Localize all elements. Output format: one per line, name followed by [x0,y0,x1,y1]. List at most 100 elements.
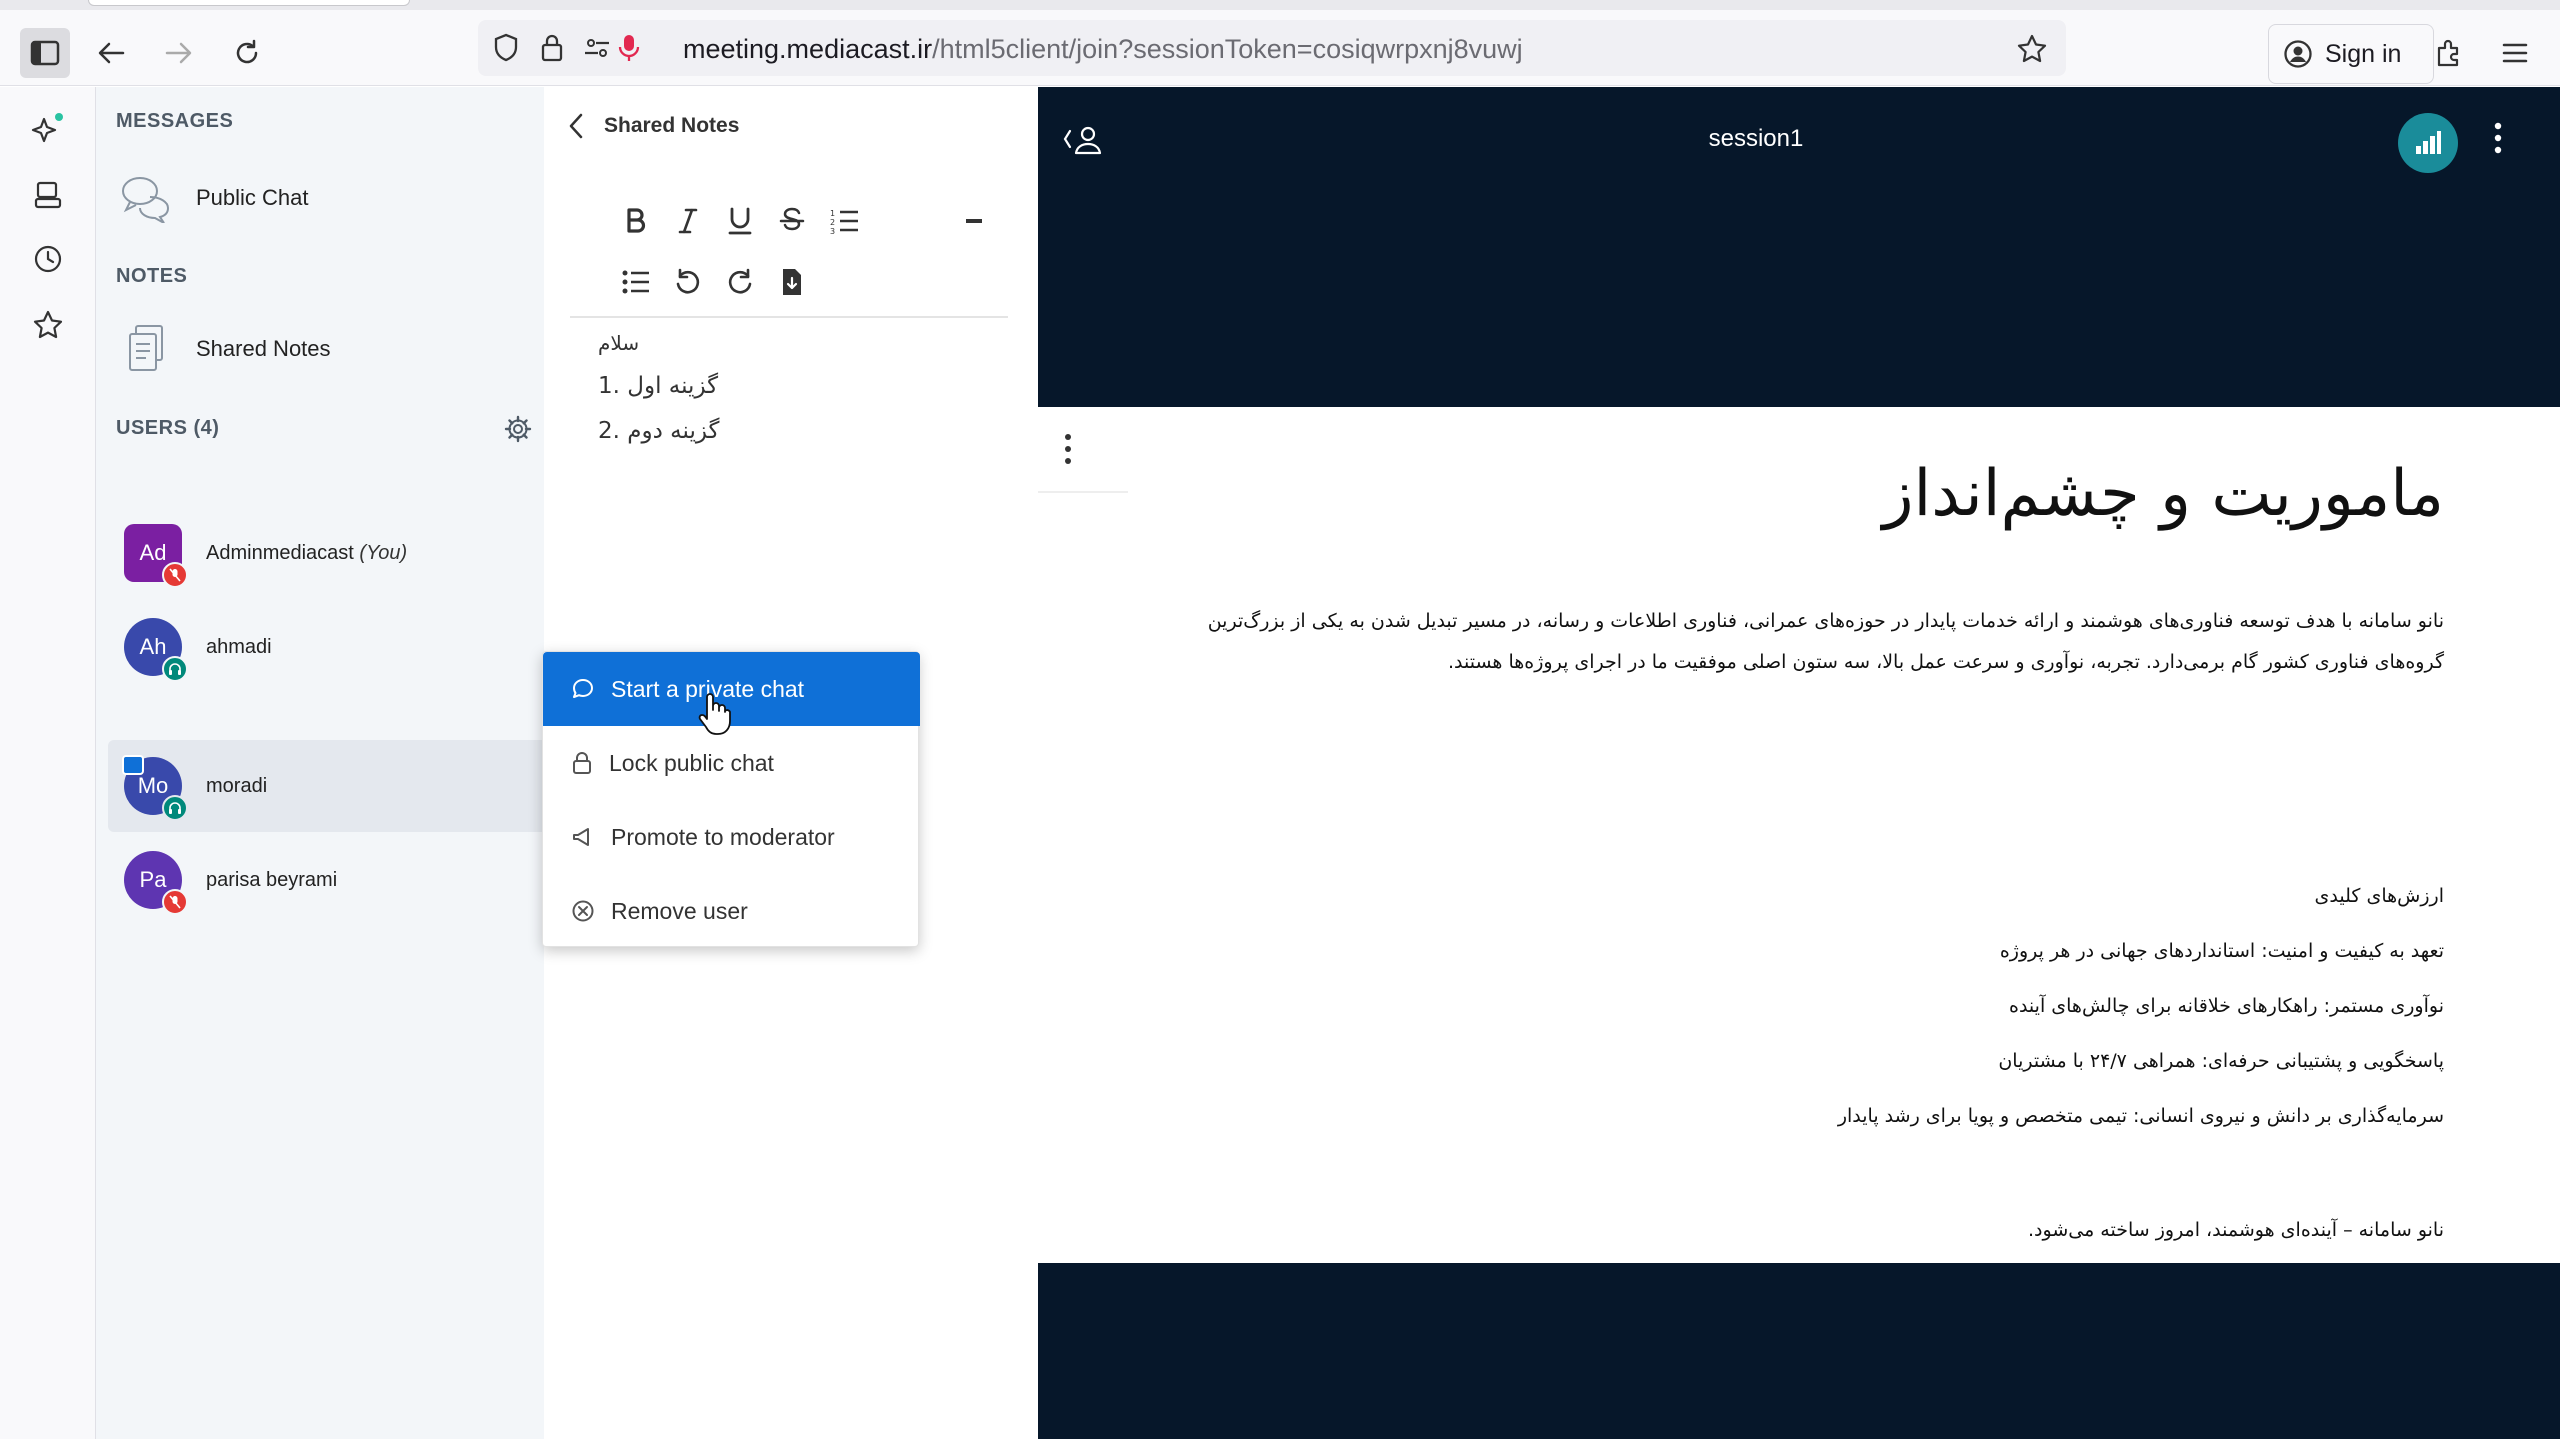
public-chat-label: Public Chat [196,185,309,210]
undo-icon [676,268,700,294]
bookmarks-button[interactable] [28,305,68,345]
user-item-moradi[interactable]: Mo moradi [108,740,544,832]
value-item: تعهد به کیفیت و امنیت: استانداردهای جهان… [1999,940,2444,962]
avatar-initials: Ad [139,540,167,565]
ai-chatbot-button[interactable] [28,109,68,149]
avatar: Ah [124,618,188,682]
shield-icon[interactable] [492,33,520,63]
kebab-menu-icon [2494,122,2502,154]
note-line[interactable]: سلام [598,331,639,355]
user-list-panel: MESSAGES Public Chat NOTES Shared Notes … [96,87,544,1439]
avatar-initials: Mo [137,773,169,798]
bullet-list-icon [622,270,649,294]
undo-button[interactable] [668,262,708,302]
lock-icon [573,752,591,774]
ordered-list-button[interactable]: 123 [824,201,864,241]
sign-in-button[interactable]: Sign in [2268,24,2434,84]
avatar: Mo [122,755,188,821]
clock-icon [34,245,62,273]
chat-bubble-icon [573,679,593,698]
strikethrough-button[interactable] [772,201,812,241]
url-text: meeting.mediacast.ir/html5client/join?se… [683,34,1523,64]
remove-user-item[interactable]: Remove user [543,874,920,948]
public-chat-item[interactable]: Public Chat [120,168,309,228]
muted-mic-icon [162,562,188,588]
browser-toolbar: meeting.mediacast.ir/html5client/join?se… [0,10,2560,86]
active-tab[interactable] [88,0,410,6]
messages-section-title: MESSAGES [116,110,234,132]
notes-icon [129,325,163,371]
export-button[interactable] [772,262,812,302]
start-private-chat-item[interactable]: Start a private chat [543,652,920,726]
presenter-icon [122,755,144,775]
extensions-button[interactable] [2424,28,2474,78]
back-button[interactable] [86,28,136,78]
note-line[interactable]: 2. گزینه دوم [598,418,719,444]
meeting-title: session1 [1708,125,1804,152]
forward-button[interactable] [154,28,204,78]
reload-button[interactable] [222,28,272,78]
browser-sidebar [0,87,96,1439]
sidebar-toggle-button[interactable] [20,28,70,78]
star-icon[interactable] [2016,33,2048,65]
manage-users-button[interactable] [504,415,532,447]
user-item-parisa-beyrami[interactable]: Pa parisa beyrami [108,834,544,926]
menu-button[interactable] [2490,28,2540,78]
hamburger-icon [2502,43,2528,63]
strikethrough-icon [779,207,805,231]
gear-icon [504,415,532,443]
devices-icon [34,181,62,209]
lock-icon[interactable] [540,33,564,63]
menu-item-label: Remove user [611,897,748,924]
shared-notes-title: Shared Notes [604,114,740,137]
slide-heading: ماموریت و چشم‌انداز [1882,457,2444,531]
user-item-ahmadi[interactable]: Ah ahmadi [108,601,544,693]
lock-public-chat-item[interactable]: Lock public chat [543,726,920,800]
presentation-area: session1 ماموریت و چشم‌انداز نانو سامانه… [1038,87,2560,1439]
muted-mic-icon [162,889,188,915]
bold-button[interactable] [616,201,656,241]
note-line[interactable]: 1. گزینه اول [598,373,718,399]
microphone-icon[interactable] [618,33,640,63]
users-section-title: USERS (4) [116,417,220,439]
notes-section-title: NOTES [116,265,188,287]
user-name: parisa beyrami [206,868,338,891]
shared-notes-back-button[interactable]: Shared Notes [568,113,739,139]
horizontal-rule-button[interactable] [954,201,994,241]
slide-options-button[interactable] [1062,433,1074,469]
value-item: نوآوری مستمر: راهکارهای خلاقانه برای چال… [2009,995,2444,1017]
redo-icon [728,268,752,294]
options-button[interactable] [2492,121,2504,159]
arrow-right-icon [165,42,192,64]
chat-bubbles-icon [122,177,170,223]
value-item: پاسخگویی و پشتیبانی حرفه‌ای: همراهی ۲۴/۷… [1998,1050,2444,1072]
ordered-list-icon: 123 [830,209,858,235]
presentation-slide[interactable]: ماموریت و چشم‌انداز نانو سامانه با هدف ت… [1038,407,2560,1263]
url-bar[interactable]: meeting.mediacast.ir/html5client/join?se… [478,20,2066,76]
svg-text:1: 1 [830,209,835,218]
history-button[interactable] [28,239,68,279]
synced-tabs-button[interactable] [28,175,68,215]
underline-button[interactable] [720,201,760,241]
user-name: Adminmediacast (You) [206,541,408,564]
slide-divider [1038,491,1128,493]
star-outline-icon [33,310,63,339]
account-icon [2284,40,2312,68]
permissions-icon[interactable] [582,33,612,63]
shared-notes-item[interactable]: Shared Notes [120,319,331,379]
redo-button[interactable] [720,262,760,302]
file-download-icon [783,269,801,295]
user-item-adminmediacast[interactable]: Ad Adminmediacast (You) [108,507,544,599]
user-name: moradi [206,774,268,797]
puzzle-icon [2437,39,2459,67]
reload-icon [236,39,258,64]
hand-cursor-icon [698,693,731,735]
avatar: Ad [124,524,188,588]
value-item: سرمایه‌گذاری بر دانش و نیروی انسانی: تیم… [1837,1105,2444,1127]
connection-status-button[interactable] [2398,113,2458,173]
italic-button[interactable] [668,201,708,241]
toolbar-divider [570,316,1008,318]
slide-tagline: نانو سامانه – آینده‌ای هوشمند، امروز ساخ… [2028,1219,2444,1241]
bullet-list-button[interactable] [616,262,656,302]
promote-to-moderator-item[interactable]: Promote to moderator [543,800,920,874]
